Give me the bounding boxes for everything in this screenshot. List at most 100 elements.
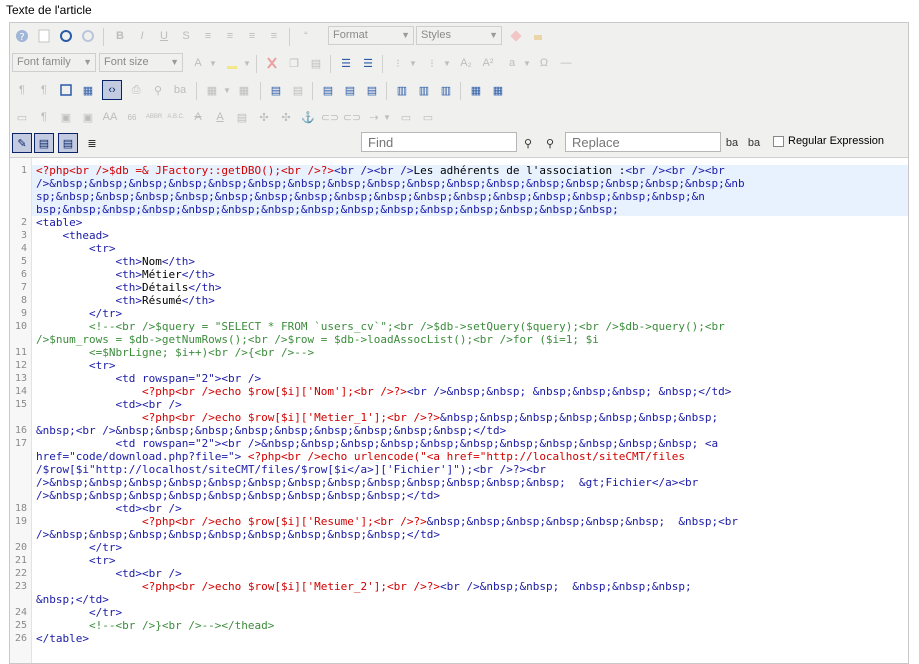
- line-number: 20: [14, 542, 27, 553]
- find-input[interactable]: [361, 132, 517, 152]
- cell-props-icon[interactable]: ▤: [340, 80, 360, 100]
- special-char-icon[interactable]: Ω: [534, 53, 554, 73]
- blockquote-icon[interactable]: “: [296, 26, 316, 46]
- image-icon[interactable]: ▣: [56, 107, 76, 127]
- format-select-label: Format: [333, 29, 368, 41]
- horizontal-rule-icon[interactable]: —: [556, 53, 576, 73]
- page-break-icon[interactable]: ✣: [276, 107, 296, 127]
- unlink-icon[interactable]: ⊂⊃: [342, 107, 362, 127]
- nonbreaking-icon[interactable]: ✣: [254, 107, 274, 127]
- font-family-select-label: Font family: [17, 56, 71, 68]
- new-document-icon[interactable]: [34, 26, 54, 46]
- find-next-icon[interactable]: ⚲: [518, 133, 538, 153]
- bold-icon[interactable]: B: [110, 26, 130, 46]
- acronym-icon[interactable]: A.B.C.: [166, 107, 186, 127]
- strikethrough-icon[interactable]: S: [176, 26, 196, 46]
- styles-select[interactable]: Styles ▼: [416, 26, 502, 45]
- bullet-list-icon[interactable]: ⁝: [388, 53, 408, 73]
- chevron-down-icon[interactable]: ▼: [242, 53, 252, 73]
- align-left-icon[interactable]: ≡: [242, 26, 262, 46]
- line-number: 4: [20, 243, 27, 254]
- chevron-down-icon[interactable]: ▼: [442, 53, 452, 73]
- split-cells-icon[interactable]: ▦: [466, 80, 486, 100]
- row-before-icon[interactable]: ▤: [266, 80, 286, 100]
- row-props-icon[interactable]: ▤: [318, 80, 338, 100]
- insert-date-icon[interactable]: ⇢: [364, 107, 384, 127]
- anchor-icon[interactable]: ⚓: [298, 107, 318, 127]
- toolbar-separator: [103, 28, 104, 46]
- col-before-icon[interactable]: ▥: [392, 80, 412, 100]
- outdent-icon[interactable]: ☰: [358, 53, 378, 73]
- link-icon[interactable]: ⊂⊃: [320, 107, 340, 127]
- eraser-icon[interactable]: [506, 26, 526, 46]
- align-center-icon[interactable]: ≡: [220, 26, 240, 46]
- text-direction-icon[interactable]: a: [502, 53, 522, 73]
- visual-aid-icon[interactable]: ▭: [396, 107, 416, 127]
- find-prev-icon[interactable]: ⚲: [540, 133, 560, 153]
- fullscreen-icon[interactable]: [56, 80, 76, 100]
- font-family-select[interactable]: Font family ▼: [12, 53, 96, 72]
- attributes-icon[interactable]: ▤: [232, 107, 252, 127]
- find-icon[interactable]: ⚲: [148, 80, 168, 100]
- code-line: <tr>: [36, 554, 116, 567]
- chevron-down-icon[interactable]: ▼: [382, 107, 392, 127]
- cut-icon[interactable]: [262, 53, 282, 73]
- cleanup-icon[interactable]: ▭: [418, 107, 438, 127]
- subscript-icon[interactable]: A₂: [456, 53, 476, 73]
- cite-icon[interactable]: 66: [122, 107, 142, 127]
- row-after-icon[interactable]: ▤: [288, 80, 308, 100]
- insert-table-icon[interactable]: ▦: [202, 80, 222, 100]
- indent-icon[interactable]: ☰: [336, 53, 356, 73]
- redo-icon[interactable]: [78, 26, 98, 46]
- chevron-down-icon[interactable]: ▼: [522, 53, 532, 73]
- paragraph-ltr-icon[interactable]: ¶: [12, 80, 32, 100]
- code-wrap-icon[interactable]: ▤: [34, 133, 54, 153]
- code-format-icon[interactable]: ▤: [58, 133, 78, 153]
- underline-icon[interactable]: U: [154, 26, 174, 46]
- copy-icon[interactable]: ❐: [284, 53, 304, 73]
- align-justify-icon[interactable]: ≡: [198, 26, 218, 46]
- paste-icon[interactable]: ▤: [306, 53, 326, 73]
- align-right-icon[interactable]: ≡: [264, 26, 284, 46]
- styles-icon[interactable]: AA: [100, 107, 120, 127]
- code-indent-icon[interactable]: ≣: [82, 133, 102, 153]
- italic-icon[interactable]: I: [132, 26, 152, 46]
- col-after-icon[interactable]: ▥: [414, 80, 434, 100]
- broom-icon[interactable]: [528, 26, 548, 46]
- delete-col-icon[interactable]: ▥: [436, 80, 456, 100]
- pilcrow-icon[interactable]: ¶: [34, 107, 54, 127]
- abbr-icon[interactable]: ABBR: [144, 107, 164, 127]
- rich-text-editor: ? B I U S ≡ ≡ ≡ ≡ “ Format ▼ Styles ▼ Font…: [9, 22, 909, 664]
- code-editor[interactable]: 1 2 3 4 5 6 7 8 9 10 11 12 13 14 15 16 17 18 19 20 21 22 23 24 2…: [10, 157, 908, 663]
- chevron-down-icon[interactable]: ▼: [222, 80, 232, 100]
- numbered-list-icon[interactable]: ⁝: [422, 53, 442, 73]
- text-color-icon[interactable]: A: [188, 53, 208, 73]
- insert-media-icon[interactable]: ▦: [78, 80, 98, 100]
- paragraph-rtl-icon[interactable]: ¶: [34, 80, 54, 100]
- highlight-color-icon[interactable]: [222, 53, 242, 73]
- replace-icon[interactable]: ba: [722, 133, 742, 153]
- replace-icon[interactable]: ba: [170, 80, 190, 100]
- superscript-icon[interactable]: A²: [478, 53, 498, 73]
- font-size-select[interactable]: Font size ▼: [99, 53, 183, 72]
- template-icon[interactable]: ▣: [78, 107, 98, 127]
- code-view-icon[interactable]: ‹›: [102, 80, 122, 100]
- replace-all-icon[interactable]: ba: [744, 133, 764, 153]
- line-number: 7: [20, 282, 27, 293]
- del-icon[interactable]: A: [188, 107, 208, 127]
- code-highlight-icon[interactable]: ✎: [12, 133, 32, 153]
- regex-checkbox[interactable]: [773, 136, 784, 147]
- insert-layer-icon[interactable]: ▭: [12, 107, 32, 127]
- code-line: <th>Métier</th>: [36, 268, 215, 281]
- chevron-down-icon[interactable]: ▼: [208, 53, 218, 73]
- table-grid-icon[interactable]: ▦: [488, 80, 508, 100]
- delete-table-icon[interactable]: ▦: [234, 80, 254, 100]
- undo-icon[interactable]: [56, 26, 76, 46]
- merge-cells-icon[interactable]: ▤: [362, 80, 382, 100]
- ins-icon[interactable]: A: [210, 107, 230, 127]
- print-icon[interactable]: ⎙: [126, 80, 146, 100]
- help-icon[interactable]: ?: [12, 26, 32, 46]
- replace-input[interactable]: [565, 132, 721, 152]
- format-select[interactable]: Format ▼: [328, 26, 414, 45]
- chevron-down-icon[interactable]: ▼: [408, 53, 418, 73]
